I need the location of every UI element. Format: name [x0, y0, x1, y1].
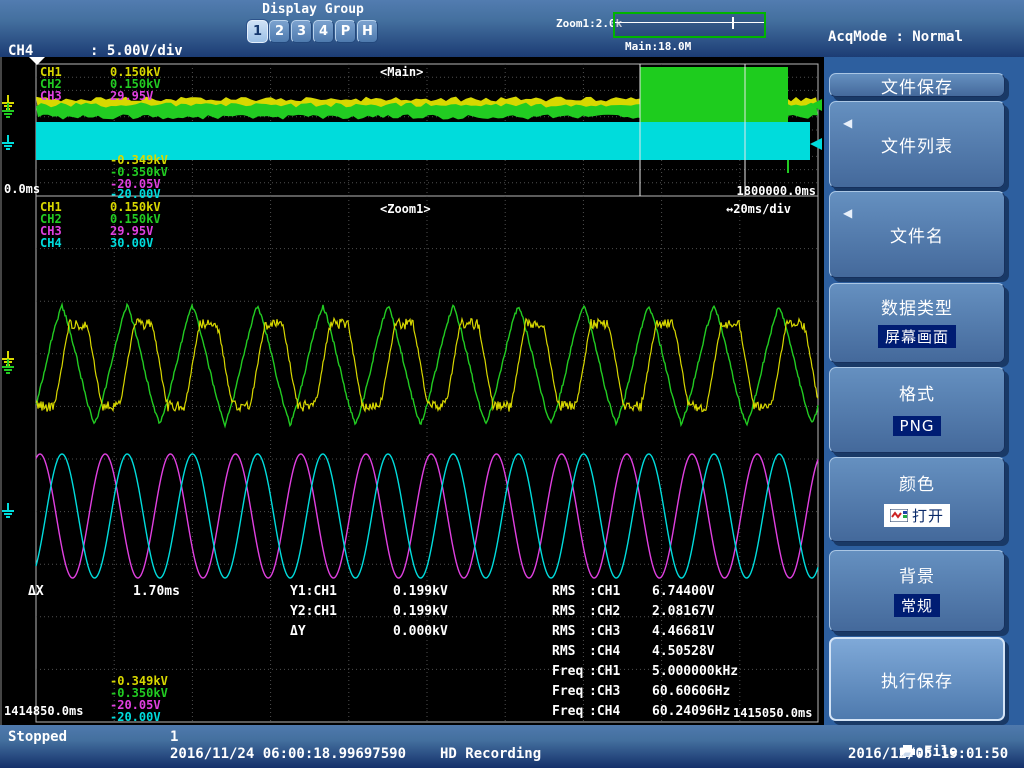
- meas-row: RMS :CH34.46681V: [552, 625, 591, 638]
- zoom-bar-line: [615, 22, 764, 23]
- color-button[interactable]: 颜色 打开: [829, 457, 1005, 542]
- execute-save-button[interactable]: 执行保存: [829, 637, 1005, 721]
- zoom-position-bar[interactable]: [613, 12, 766, 38]
- display-group-button-3[interactable]: 3: [291, 20, 312, 43]
- display-group-button-h[interactable]: H: [357, 20, 378, 43]
- oscilloscope-screen: CH4: 5.00V/div Position: -1.00 div Displ…: [0, 0, 1024, 768]
- main-time-end: 1800000.0ms: [636, 185, 816, 197]
- meas-row: RMS :CH22.08167V: [552, 605, 591, 618]
- main-ch4-lower: -20.00V: [110, 188, 161, 200]
- status-bar: Stopped 1 2016/11/24 06:00:18.99697590 H…: [0, 725, 1024, 768]
- main-ch4-label: CH4: [40, 102, 62, 114]
- run-state: Stopped: [8, 730, 67, 745]
- top-bar: CH4: 5.00V/div Position: -1.00 div Displ…: [0, 0, 1024, 57]
- zoom-timebase: ↔20ms/div: [726, 203, 791, 215]
- cursor-y2-label: Y2:CH1: [290, 605, 337, 618]
- main-ch3-value: 29.95V: [110, 90, 153, 102]
- left-arrow-icon: ◀: [843, 116, 852, 130]
- meas-row: Freq :CH460.24096Hz: [552, 705, 599, 718]
- meas-row: RMS :CH44.50528V: [552, 645, 591, 658]
- display-group-button-1[interactable]: 1: [247, 20, 268, 43]
- main-time-start: 0.0ms: [4, 183, 40, 195]
- display-group-button-4[interactable]: 4: [313, 20, 334, 43]
- cursor-y2-value: 0.199kV: [393, 605, 448, 618]
- display-group-button-p[interactable]: P: [335, 20, 356, 43]
- meas-row: RMS :CH16.74400V: [552, 585, 591, 598]
- acquisition-datetime: 2016/11/24 06:00:18.99697590: [170, 747, 406, 762]
- waveform-display: <Main> CH1 0.150kV CH2 0.150kV CH3 29.95…: [0, 57, 824, 725]
- cursor-dy-value: 0.000kV: [393, 625, 448, 638]
- zoom-ch4-value: 30.00V: [110, 237, 153, 249]
- format-button[interactable]: 格式 PNG: [829, 367, 1005, 453]
- display-group-button-2[interactable]: 2: [269, 20, 290, 43]
- cursor-y1-label: Y1:CH1: [290, 585, 337, 598]
- display-group: Display Group 1234PH: [243, 2, 383, 43]
- cursor-dx-value: 1.70ms: [133, 585, 180, 598]
- data-type-button[interactable]: 数据类型 屏幕画面: [829, 283, 1005, 363]
- zoom-window-title: <Zoom1>: [380, 203, 431, 215]
- zoom-ch4-label: CH4: [40, 237, 62, 249]
- channel-name: CH4: [8, 44, 90, 58]
- acq-mode-value: : Normal: [895, 29, 962, 45]
- file-list-button[interactable]: ◀ 文件列表: [829, 101, 1005, 188]
- left-arrow-icon: ◀: [843, 206, 852, 220]
- zoom-time-end: 1415050.0ms: [733, 707, 812, 719]
- cursor-dy-label: ΔY: [290, 625, 306, 638]
- clock: 2016/12/05 19:01:50: [848, 747, 1008, 762]
- background-button[interactable]: 背景 常规: [829, 550, 1005, 632]
- display-group-title: Display Group: [243, 2, 383, 17]
- data-type-value: 屏幕画面: [878, 325, 956, 348]
- format-value: PNG: [893, 416, 942, 436]
- meas-row: Freq :CH15.000000kHz: [552, 665, 599, 678]
- main-window-title: <Main>: [380, 66, 423, 78]
- color-value: 打开: [884, 504, 950, 527]
- color-preview-icon: [890, 509, 908, 522]
- menu-title-file-save: 文件保存: [829, 73, 1005, 97]
- recording-status: HD Recording: [440, 747, 541, 762]
- menu-title-label: 文件保存: [881, 73, 953, 98]
- main-record-label: Main:18.0M: [625, 40, 691, 53]
- zoom-bar-cursor[interactable]: [732, 17, 734, 29]
- file-name-button[interactable]: ◀ 文件名: [829, 191, 1005, 278]
- acq-mode-label: AcqMode: [828, 29, 887, 45]
- acquisition-count: 1: [170, 730, 178, 745]
- cursor-y1-value: 0.199kV: [393, 585, 448, 598]
- cursor-dx-label: ΔX: [28, 585, 44, 598]
- meas-row: Freq :CH360.60606Hz: [552, 685, 599, 698]
- zoom-ch4-lower: -20.00V: [110, 711, 161, 723]
- main-ch3-label: CH3: [40, 90, 62, 102]
- zoom-time-start: 1414850.0ms: [4, 705, 83, 717]
- background-value: 常规: [894, 594, 940, 617]
- main-ch4-value: 30.00V: [110, 102, 153, 114]
- softkey-menu: 文件保存 ◀ 文件列表 ◀ 文件名 数据类型 屏幕画面 格式 PNG 颜色: [824, 57, 1024, 725]
